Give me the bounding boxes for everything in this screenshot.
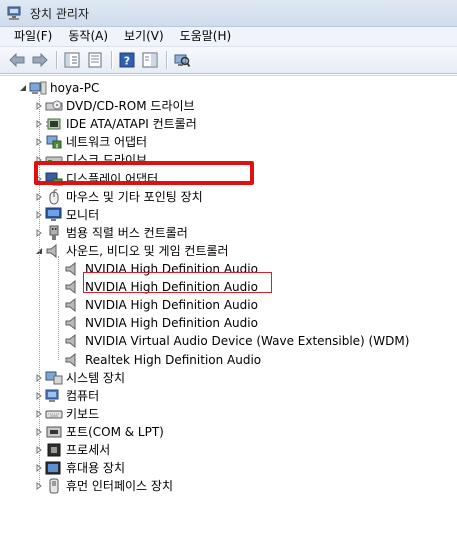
speaker-icon: [64, 279, 82, 295]
category-label: IDE ATA/ATAPI 컨트롤러: [66, 117, 197, 132]
tree-category-item[interactable]: DVD/CD-ROM 드라이브: [33, 97, 195, 115]
monitor-icon: [45, 207, 63, 223]
device-label: NVIDIA Virtual Audio Device (Wave Extens…: [85, 334, 410, 349]
usb-controller-icon: [45, 225, 63, 241]
speaker-icon: [64, 333, 82, 349]
category-label: 네트워크 어댑터: [66, 135, 148, 150]
menu-help[interactable]: 도움말(H): [172, 27, 240, 47]
system-device-icon: [45, 370, 63, 386]
category-label: 포트(COM & LPT): [66, 424, 164, 439]
category-label: 시스템 장치: [66, 370, 126, 385]
category-label: 모니터: [66, 207, 100, 222]
tree-device-item[interactable]: NVIDIA Virtual Audio Device (Wave Extens…: [52, 332, 409, 350]
toolbar-separator: [56, 51, 57, 69]
tree-root[interactable]: hoya-PC: [17, 79, 99, 97]
tree-guide-line: [58, 256, 59, 360]
speaker-icon: [64, 352, 82, 368]
tree-guide-line: [39, 95, 40, 487]
sound-category-highlight: [34, 161, 254, 185]
properties-button[interactable]: [84, 50, 106, 70]
dvd-drive-icon: [45, 98, 63, 114]
category-label: 휴먼 인터페이스 장치: [66, 479, 173, 494]
speaker-icon: [64, 315, 82, 331]
speaker-icon: [45, 243, 63, 259]
tree-category-item[interactable]: 포트(COM & LPT): [33, 423, 164, 441]
device-label: NVIDIA High Definition Audio: [85, 316, 258, 331]
help-icon: ?: [119, 52, 135, 68]
tree-category-item[interactable]: 컴퓨터: [33, 387, 99, 405]
device-realtek-audio[interactable]: Realtek High Definition Audio: [52, 351, 261, 369]
hid-icon: [45, 478, 63, 494]
category-label: 컴퓨터: [66, 388, 100, 403]
tree-device-item[interactable]: NVIDIA High Definition Audio: [52, 314, 258, 332]
port-icon: [45, 424, 63, 440]
category-label: DVD/CD-ROM 드라이브: [66, 99, 195, 114]
category-sound-video-game[interactable]: 사운드, 비디오 및 게임 컨트롤러: [33, 242, 229, 260]
scan-hardware-icon: [174, 54, 190, 67]
tree-category-item[interactable]: 마우스 및 기타 포인팅 장치: [33, 188, 203, 206]
category-label: 마우스 및 기타 포인팅 장치: [66, 189, 203, 204]
processor-icon: [45, 442, 63, 458]
tree-category-item[interactable]: 시스템 장치: [33, 369, 125, 387]
tree-category-item[interactable]: 네트워크 어댑터: [33, 133, 147, 151]
forward-button[interactable]: [29, 50, 51, 70]
speaker-icon: [64, 297, 82, 313]
portable-device-icon: [45, 460, 63, 476]
category-label: 범용 직렬 버스 컨트롤러: [66, 225, 188, 240]
tree-category-item[interactable]: 키보드: [33, 405, 99, 423]
device-label: Realtek High Definition Audio: [85, 352, 262, 367]
tree-category-item[interactable]: 모니터: [33, 206, 99, 224]
menu-view[interactable]: 보기(V): [116, 27, 172, 47]
computer-icon: [45, 388, 63, 404]
tree-root-label: hoya-PC: [50, 81, 100, 95]
tree-category-item[interactable]: 프로세서: [33, 441, 110, 459]
action-pane-icon: [142, 52, 158, 68]
menu-action[interactable]: 동작(A): [60, 27, 116, 47]
keyboard-icon: [45, 406, 63, 422]
scan-hardware-button[interactable]: [171, 50, 193, 70]
tree-category-item[interactable]: 휴먼 인터페이스 장치: [33, 477, 173, 495]
show-tree-button[interactable]: [61, 50, 83, 70]
category-label: 사운드, 비디오 및 게임 컨트롤러: [66, 243, 229, 258]
tree-category-item[interactable]: 범용 직렬 버스 컨트롤러: [33, 224, 188, 242]
device-manager-icon: [6, 5, 24, 21]
help-button[interactable]: ?: [116, 50, 138, 70]
tree-category-item[interactable]: 휴대용 장치: [33, 459, 125, 477]
menu-bar: 파일(F) 동작(A) 보기(V) 도움말(H): [0, 27, 457, 47]
title-bar: 장치 관리자: [0, 0, 457, 27]
network-adapter-icon: [45, 134, 63, 150]
back-button[interactable]: [6, 50, 28, 70]
arrow-left-icon: [9, 53, 25, 67]
category-label: 프로세서: [66, 443, 111, 457]
device-tree: hoya-PC DVD/CD-ROM 드라이브 IDE ATA/ATAPI 컨트롤…: [0, 75, 457, 534]
tree-device-item[interactable]: NVIDIA High Definition Audio: [52, 296, 258, 314]
mouse-icon: [45, 188, 63, 205]
tree-category-item[interactable]: IDE ATA/ATAPI 컨트롤러: [33, 115, 197, 133]
category-label: 키보드: [66, 406, 100, 421]
action-pane-button[interactable]: [139, 50, 161, 70]
arrow-right-icon: [32, 53, 48, 67]
toolbar-separator: [111, 51, 112, 69]
realtek-device-highlight: [83, 272, 272, 293]
category-label: 휴대용 장치: [66, 461, 126, 476]
console-tree-icon: [64, 52, 80, 68]
toolbar: ?: [0, 47, 457, 74]
properties-icon: [88, 52, 102, 68]
svg-text:?: ?: [124, 55, 130, 68]
toolbar-separator: [166, 51, 167, 69]
window-title: 장치 관리자: [30, 6, 90, 21]
menu-file[interactable]: 파일(F): [0, 27, 60, 47]
speaker-icon: [64, 261, 82, 277]
device-label: NVIDIA High Definition Audio: [85, 298, 258, 313]
ide-controller-icon: [45, 116, 63, 132]
computer-icon: [29, 80, 47, 96]
collapse-arrow-icon[interactable]: [17, 79, 29, 97]
